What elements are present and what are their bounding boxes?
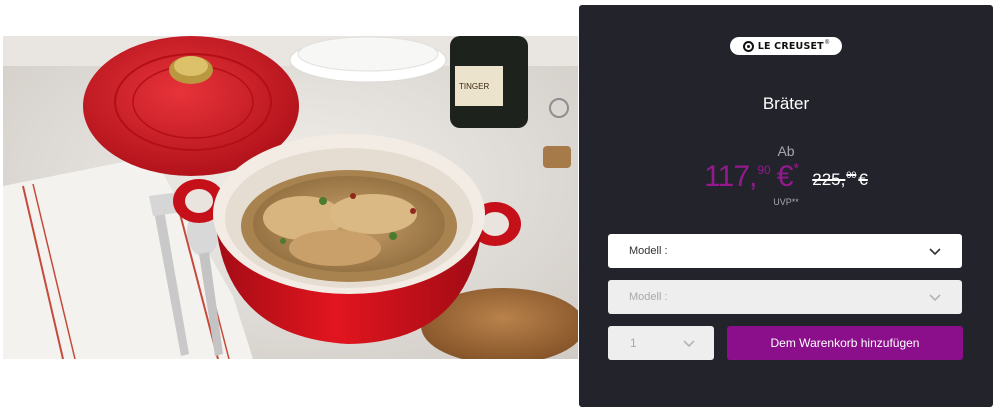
product-photo: TINGER	[3, 36, 578, 359]
chevron-down-icon	[683, 340, 695, 348]
product-panel: LE CREUSET ® Bräter Ab 117, 90 € * 225, …	[579, 5, 993, 407]
price-row: 117, 90 € * 225, 00 €	[579, 161, 993, 193]
brand-logo: LE CREUSET ®	[730, 37, 842, 55]
add-to-cart-button[interactable]: Dem Warenkorb hinzufügen	[727, 326, 963, 360]
le-creuset-logo-icon	[742, 40, 754, 52]
current-price-cents: 90	[757, 163, 771, 177]
current-price: 117, 90 € *	[704, 160, 799, 193]
product-title: Bräter	[762, 94, 810, 113]
old-price: 225, 00 €	[812, 170, 868, 190]
old-price-main: 225,	[812, 170, 846, 189]
brand-name: LE CREUSET	[757, 40, 824, 52]
current-price-currency: €	[776, 160, 794, 193]
quantity-select[interactable]: 1	[608, 326, 714, 360]
current-price-footnote: *	[793, 160, 799, 177]
uvp-label: UVP**	[773, 197, 799, 207]
quantity-value: 1	[630, 336, 637, 350]
chevron-down-icon	[929, 248, 941, 256]
price-from-label: Ab	[777, 143, 795, 159]
model-select-1-label: Modell :	[629, 245, 668, 257]
model-select-2-label: Modell :	[629, 291, 668, 303]
model-select-1[interactable]: Modell :	[608, 234, 962, 268]
model-select-2[interactable]: Modell :	[608, 280, 962, 314]
chevron-down-icon	[929, 294, 941, 302]
brand-registered-mark: ®	[824, 40, 830, 46]
old-price-cents: 00	[846, 170, 857, 180]
bottle-label: TINGER	[459, 82, 489, 91]
current-price-main: 117,	[704, 160, 757, 193]
old-price-currency: €	[858, 170, 868, 189]
